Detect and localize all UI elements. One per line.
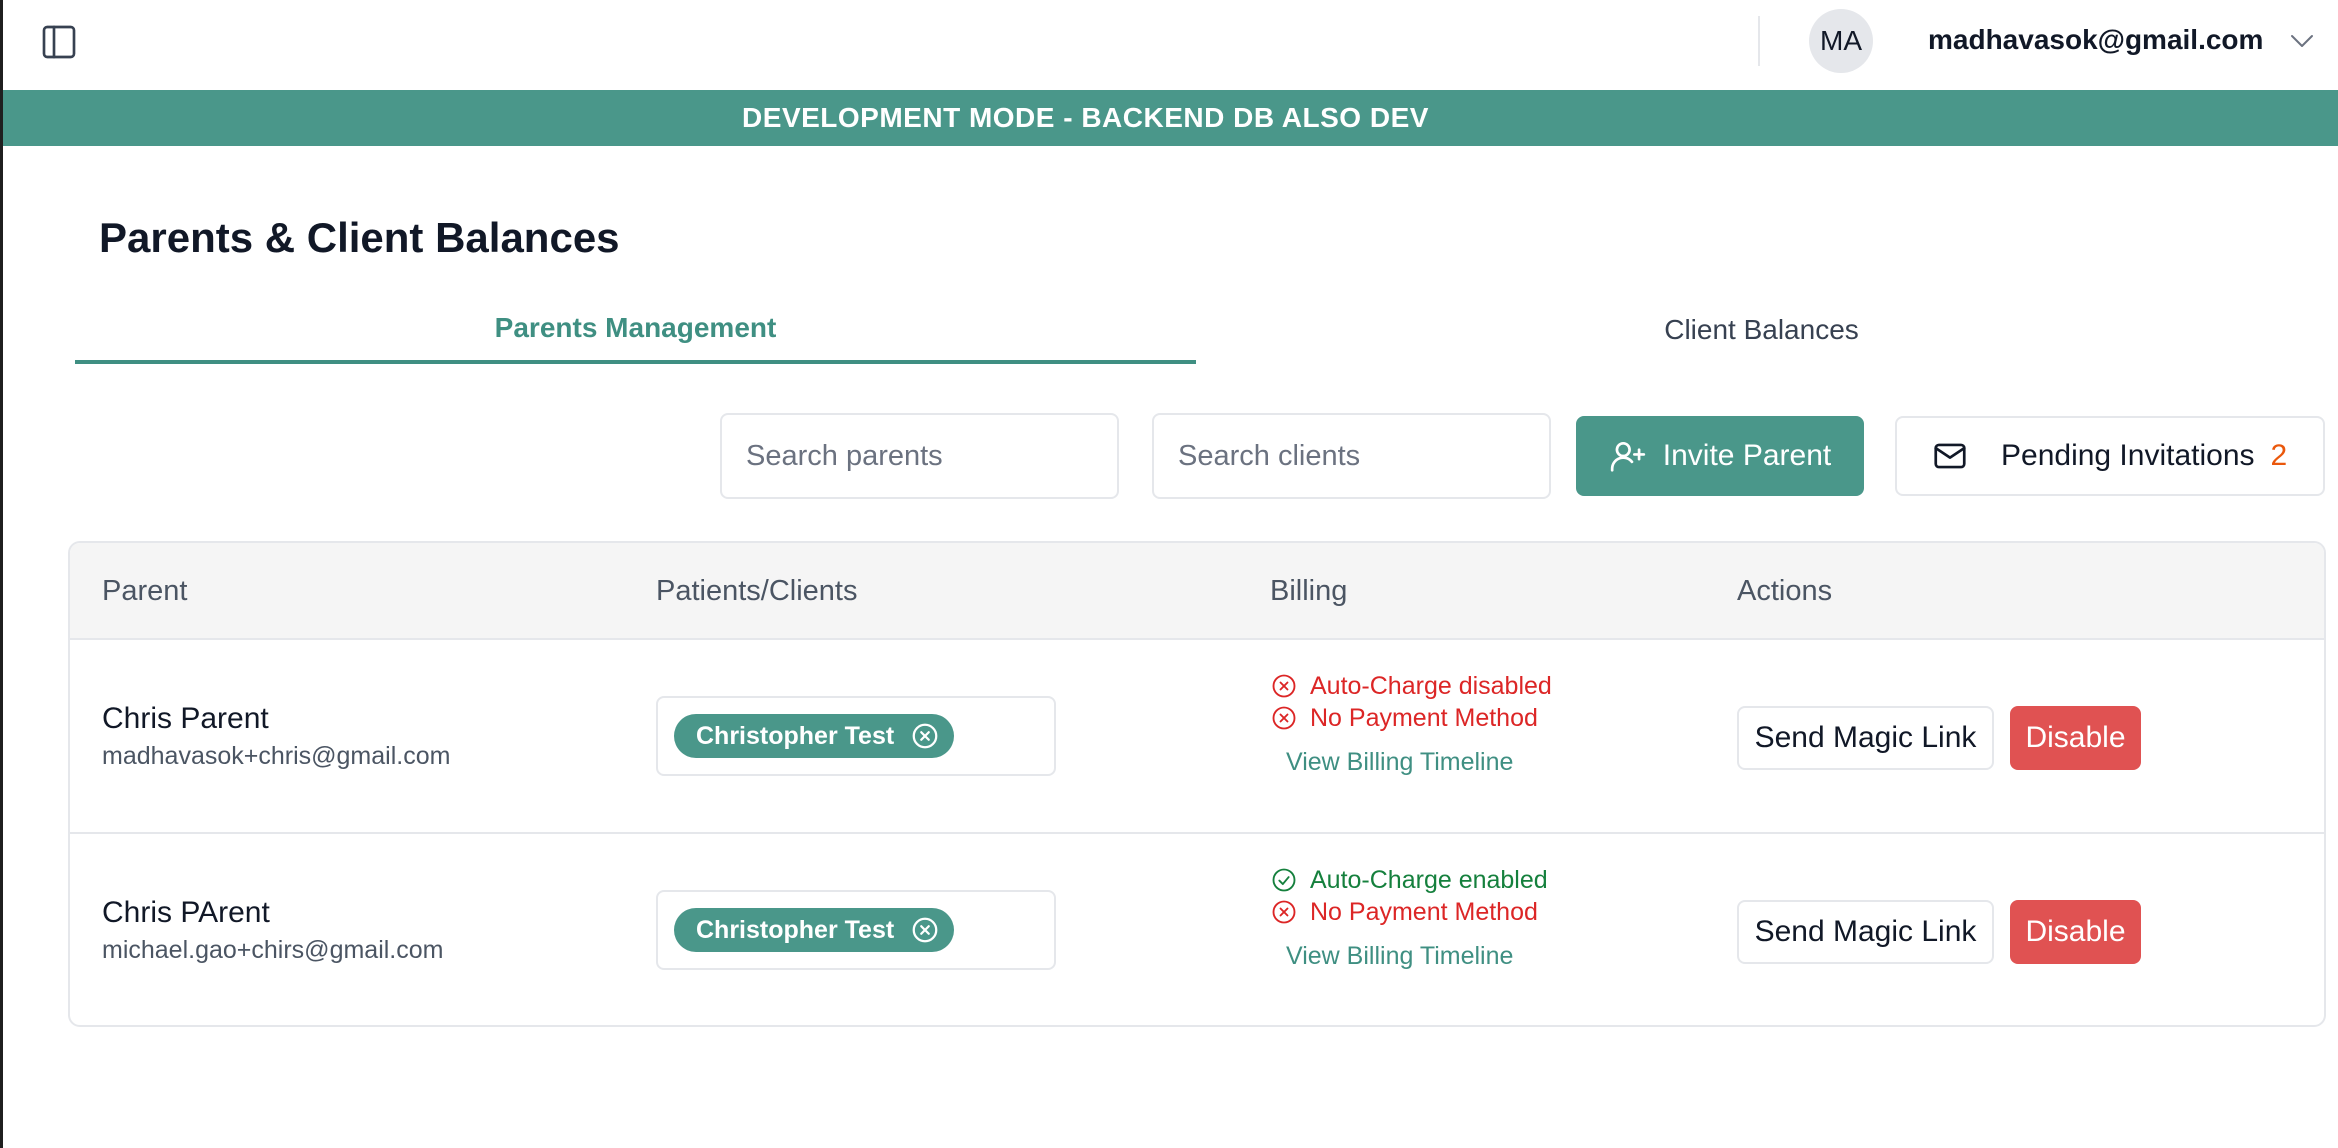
payment-method-status: No Payment Method: [1270, 896, 1548, 928]
payment-method-label: No Payment Method: [1310, 897, 1538, 926]
x-circle-icon: [1272, 900, 1296, 924]
user-plus-icon: [1610, 441, 1645, 472]
parent-name: Chris Parent: [102, 702, 269, 735]
invite-parent-label: Invite Parent: [1662, 439, 1832, 472]
parents-table: Parent Patients/Clients Billing Actions …: [68, 541, 2326, 1027]
disable-button[interactable]: Disable: [2010, 900, 2141, 964]
check-circle-icon: [1272, 868, 1296, 892]
x-circle-icon[interactable]: [910, 721, 940, 751]
tab-client-balances[interactable]: Client Balances: [1196, 296, 2327, 364]
tab-parents-management[interactable]: Parents Management: [75, 296, 1196, 364]
header-divider: [1758, 16, 1760, 66]
pending-invitations-button[interactable]: Pending Invitations 2: [1895, 416, 2325, 496]
search-clients-input[interactable]: [1152, 413, 1551, 499]
payment-method-status: No Payment Method: [1270, 702, 1552, 734]
table-row: Chris PArent michael.gao+chirs@gmail.com…: [70, 834, 2324, 1025]
x-circle-icon[interactable]: [910, 915, 940, 945]
column-header-parent: Parent: [102, 575, 188, 607]
column-header-billing: Billing: [1270, 575, 1348, 607]
x-circle-icon: [1272, 706, 1296, 730]
table-row: Chris Parent madhavasok+chris@gmail.com …: [70, 640, 2324, 834]
clients-field[interactable]: Christopher Test: [656, 890, 1056, 970]
column-header-clients: Patients/Clients: [656, 575, 858, 607]
auto-charge-status: Auto-Charge disabled: [1270, 670, 1552, 702]
user-email[interactable]: madhavasok@gmail.com: [1928, 24, 2263, 56]
auto-charge-label: Auto-Charge enabled: [1310, 865, 1548, 894]
billing-status: Auto-Charge enabled No Payment Method Vi…: [1270, 864, 1548, 971]
parent-name: Chris PArent: [102, 896, 270, 929]
chevron-down-icon[interactable]: [2287, 26, 2317, 56]
window-edge: [0, 0, 3, 1148]
billing-status: Auto-Charge disabled No Payment Method V…: [1270, 670, 1552, 777]
dev-mode-banner: DEVELOPMENT MODE - BACKEND DB ALSO DEV: [3, 90, 2338, 146]
pending-invitations-label: Pending Invitations: [2001, 439, 2255, 472]
table-header: Parent Patients/Clients Billing Actions: [70, 543, 2324, 640]
parent-email: michael.gao+chirs@gmail.com: [102, 936, 444, 964]
client-chip-label: Christopher Test: [696, 721, 895, 750]
avatar[interactable]: MA: [1809, 9, 1873, 73]
clients-field[interactable]: Christopher Test: [656, 696, 1056, 776]
send-magic-link-button[interactable]: Send Magic Link: [1737, 706, 1994, 770]
client-chip-label: Christopher Test: [696, 915, 895, 944]
parent-email: madhavasok+chris@gmail.com: [102, 742, 451, 770]
pending-count-badge: 2: [2270, 439, 2288, 472]
send-magic-link-button[interactable]: Send Magic Link: [1737, 900, 1994, 964]
sidebar-toggle-icon[interactable]: [39, 22, 79, 62]
payment-method-label: No Payment Method: [1310, 703, 1538, 732]
search-parents-input[interactable]: [720, 413, 1119, 499]
top-bar: MA madhavasok@gmail.com: [3, 0, 2338, 90]
invite-parent-button[interactable]: Invite Parent: [1576, 416, 1864, 496]
auto-charge-status: Auto-Charge enabled: [1270, 864, 1548, 896]
disable-button[interactable]: Disable: [2010, 706, 2141, 770]
column-header-actions: Actions: [1737, 575, 1833, 607]
client-chip: Christopher Test: [674, 908, 955, 952]
client-chip: Christopher Test: [674, 714, 955, 758]
view-billing-timeline-link[interactable]: View Billing Timeline: [1286, 748, 1552, 777]
auto-charge-label: Auto-Charge disabled: [1310, 671, 1552, 700]
page-title: Parents & Client Balances: [99, 214, 620, 261]
mail-icon: [1934, 443, 1966, 469]
view-billing-timeline-link[interactable]: View Billing Timeline: [1286, 942, 1548, 971]
x-circle-icon: [1272, 674, 1296, 698]
tab-bar: Parents Management Client Balances: [75, 296, 2327, 364]
